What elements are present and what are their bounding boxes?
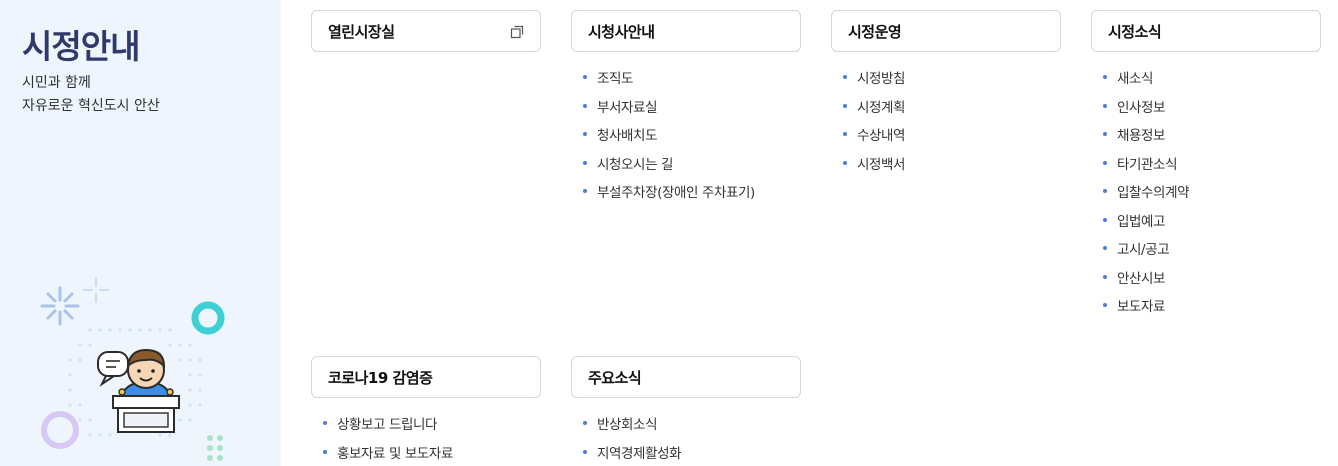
menu-header-covid19[interactable]: 코로나19 감염증 <box>311 356 541 398</box>
menu-list: 상황보고 드립니다 홍보자료 및 보도자료 <box>311 398 541 466</box>
menu-title: 시청사안내 <box>588 22 655 41</box>
menu-item-label: 보도자료 <box>1117 299 1166 316</box>
menu-item-label: 새소식 <box>1117 71 1154 88</box>
menu-item-label: 반상회소식 <box>597 417 658 434</box>
menu-item[interactable]: 반상회소식 <box>583 409 801 438</box>
menu-item-label: 시정방침 <box>857 71 906 88</box>
bullet-icon <box>1103 189 1107 194</box>
menu-header-city-news[interactable]: 시정소식 <box>1091 10 1321 52</box>
bullet-icon <box>1103 217 1107 222</box>
menu-item[interactable]: 시정계획 <box>843 92 1061 121</box>
sidebar-subtitle-line2: 자유로운 혁신도시 안산 <box>22 98 160 114</box>
bullet-icon <box>843 160 847 165</box>
menu-item-label: 청사배치도 <box>597 128 658 145</box>
menu-item-label: 고시/공고 <box>1117 242 1170 259</box>
menu-item[interactable]: 상황보고 드립니다 <box>323 409 541 438</box>
menu-item[interactable]: 조직도 <box>583 63 801 92</box>
menu-header-major-news[interactable]: 주요소식 <box>571 356 801 398</box>
menu-card-city-news: 시정소식 새소식 인사정보 채용정보 타기관소식 입찰수의계약 입법예고 고시/… <box>1091 10 1321 320</box>
menu-card-city-operation: 시정운영 시정방침 시정계획 수상내역 시정백서 <box>831 10 1061 177</box>
menu-card-city-hall: 시청사안내 조직도 부서자료실 청사배치도 시청오시는 길 부설주차장(장애인 … <box>571 10 801 206</box>
bullet-icon <box>583 421 587 426</box>
bullet-icon <box>323 421 327 426</box>
menu-list: 조직도 부서자료실 청사배치도 시청오시는 길 부설주차장(장애인 주차표기) <box>571 52 801 206</box>
bullet-icon <box>583 132 587 137</box>
bullet-icon <box>1103 160 1107 165</box>
menu-item-label: 부설주차장(장애인 주차표기) <box>597 185 755 202</box>
menu-title: 코로나19 감염증 <box>328 368 433 387</box>
menu-item[interactable]: 청사배치도 <box>583 120 801 149</box>
menu-item-label: 지역경제활성화 <box>597 445 682 462</box>
menu-item[interactable]: 지역경제활성화 <box>583 438 801 466</box>
menu-item-label: 조직도 <box>597 71 634 88</box>
menu-item[interactable]: 홍보자료 및 보도자료 <box>323 438 541 466</box>
menu-item[interactable]: 새소식 <box>1103 63 1321 92</box>
menu-item-label: 시정계획 <box>857 99 906 116</box>
bullet-icon <box>583 449 587 454</box>
bullet-icon <box>583 160 587 165</box>
menu-item[interactable]: 수상내역 <box>843 120 1061 149</box>
sidebar-subtitle: 시민과 함께 자유로운 혁신도시 안산 <box>22 72 160 118</box>
menu-item[interactable]: 부서자료실 <box>583 92 801 121</box>
speaker-illustration <box>40 277 225 461</box>
menu-item-label: 상황보고 드립니다 <box>337 417 438 434</box>
menu-item[interactable]: 부설주차장(장애인 주차표기) <box>583 177 801 206</box>
bullet-icon <box>1103 75 1107 80</box>
menu-item-label: 홍보자료 및 보도자료 <box>337 445 453 462</box>
bullet-icon <box>1103 274 1107 279</box>
bullet-icon <box>1103 246 1107 251</box>
bullet-icon <box>1103 303 1107 308</box>
bullet-icon <box>843 75 847 80</box>
menu-item[interactable]: 고시/공고 <box>1103 234 1321 263</box>
menu-item[interactable]: 안산시보 <box>1103 263 1321 292</box>
menu-list: 시정방침 시정계획 수상내역 시정백서 <box>831 52 1061 177</box>
menu-item[interactable]: 시청오시는 길 <box>583 149 801 178</box>
menu-title: 시정운영 <box>848 22 902 41</box>
menu-item[interactable]: 시정방침 <box>843 63 1061 92</box>
menu-item-label: 부서자료실 <box>597 99 658 116</box>
menu-card-open-mayor: 열린시장실 <box>311 10 541 52</box>
menu-header-city-hall[interactable]: 시청사안내 <box>571 10 801 52</box>
sidebar-title: 시정안내 <box>22 27 140 66</box>
menu-card-covid19: 코로나19 감염증 상황보고 드립니다 홍보자료 및 보도자료 <box>311 356 541 466</box>
bullet-icon <box>843 103 847 108</box>
menu-title: 주요소식 <box>588 368 642 387</box>
menu-item-label: 수상내역 <box>857 128 906 145</box>
menu-item[interactable]: 입법예고 <box>1103 206 1321 235</box>
menu-header-city-operation[interactable]: 시정운영 <box>831 10 1061 52</box>
menu-item[interactable]: 채용정보 <box>1103 120 1321 149</box>
menu-item-label: 입법예고 <box>1117 213 1166 230</box>
bullet-icon <box>1103 132 1107 137</box>
sidebar-panel: 시정안내 시민과 함께 자유로운 혁신도시 안산 <box>0 0 281 466</box>
menu-list: 새소식 인사정보 채용정보 타기관소식 입찰수의계약 입법예고 고시/공고 안산… <box>1091 52 1321 320</box>
menu-title: 시정소식 <box>1108 22 1162 41</box>
menu-card-major-news: 주요소식 반상회소식 지역경제활성화 <box>571 356 801 466</box>
external-link-icon <box>510 24 524 39</box>
menu-item-label: 입찰수의계약 <box>1117 185 1190 202</box>
menu-item-label: 시정백서 <box>857 156 906 173</box>
bullet-icon <box>583 75 587 80</box>
menu-title: 열린시장실 <box>328 22 395 41</box>
sidebar-subtitle-line1: 시민과 함께 <box>22 75 91 91</box>
menu-header-open-mayor[interactable]: 열린시장실 <box>311 10 541 52</box>
menu-item-label: 채용정보 <box>1117 128 1166 145</box>
menu-item-label: 타기관소식 <box>1117 156 1178 173</box>
menu-item[interactable]: 타기관소식 <box>1103 149 1321 178</box>
bullet-icon <box>583 103 587 108</box>
bullet-icon <box>323 449 327 454</box>
bullet-icon <box>843 132 847 137</box>
menu-item-label: 안산시보 <box>1117 270 1166 287</box>
menu-item[interactable]: 인사정보 <box>1103 92 1321 121</box>
menu-item[interactable]: 보도자료 <box>1103 291 1321 320</box>
menu-list: 반상회소식 지역경제활성화 <box>571 398 801 466</box>
menu-item-label: 인사정보 <box>1117 99 1166 116</box>
menu-item[interactable]: 입찰수의계약 <box>1103 177 1321 206</box>
menu-item[interactable]: 시정백서 <box>843 149 1061 178</box>
menu-item-label: 시청오시는 길 <box>597 156 674 173</box>
bullet-icon <box>1103 103 1107 108</box>
bullet-icon <box>583 189 587 194</box>
